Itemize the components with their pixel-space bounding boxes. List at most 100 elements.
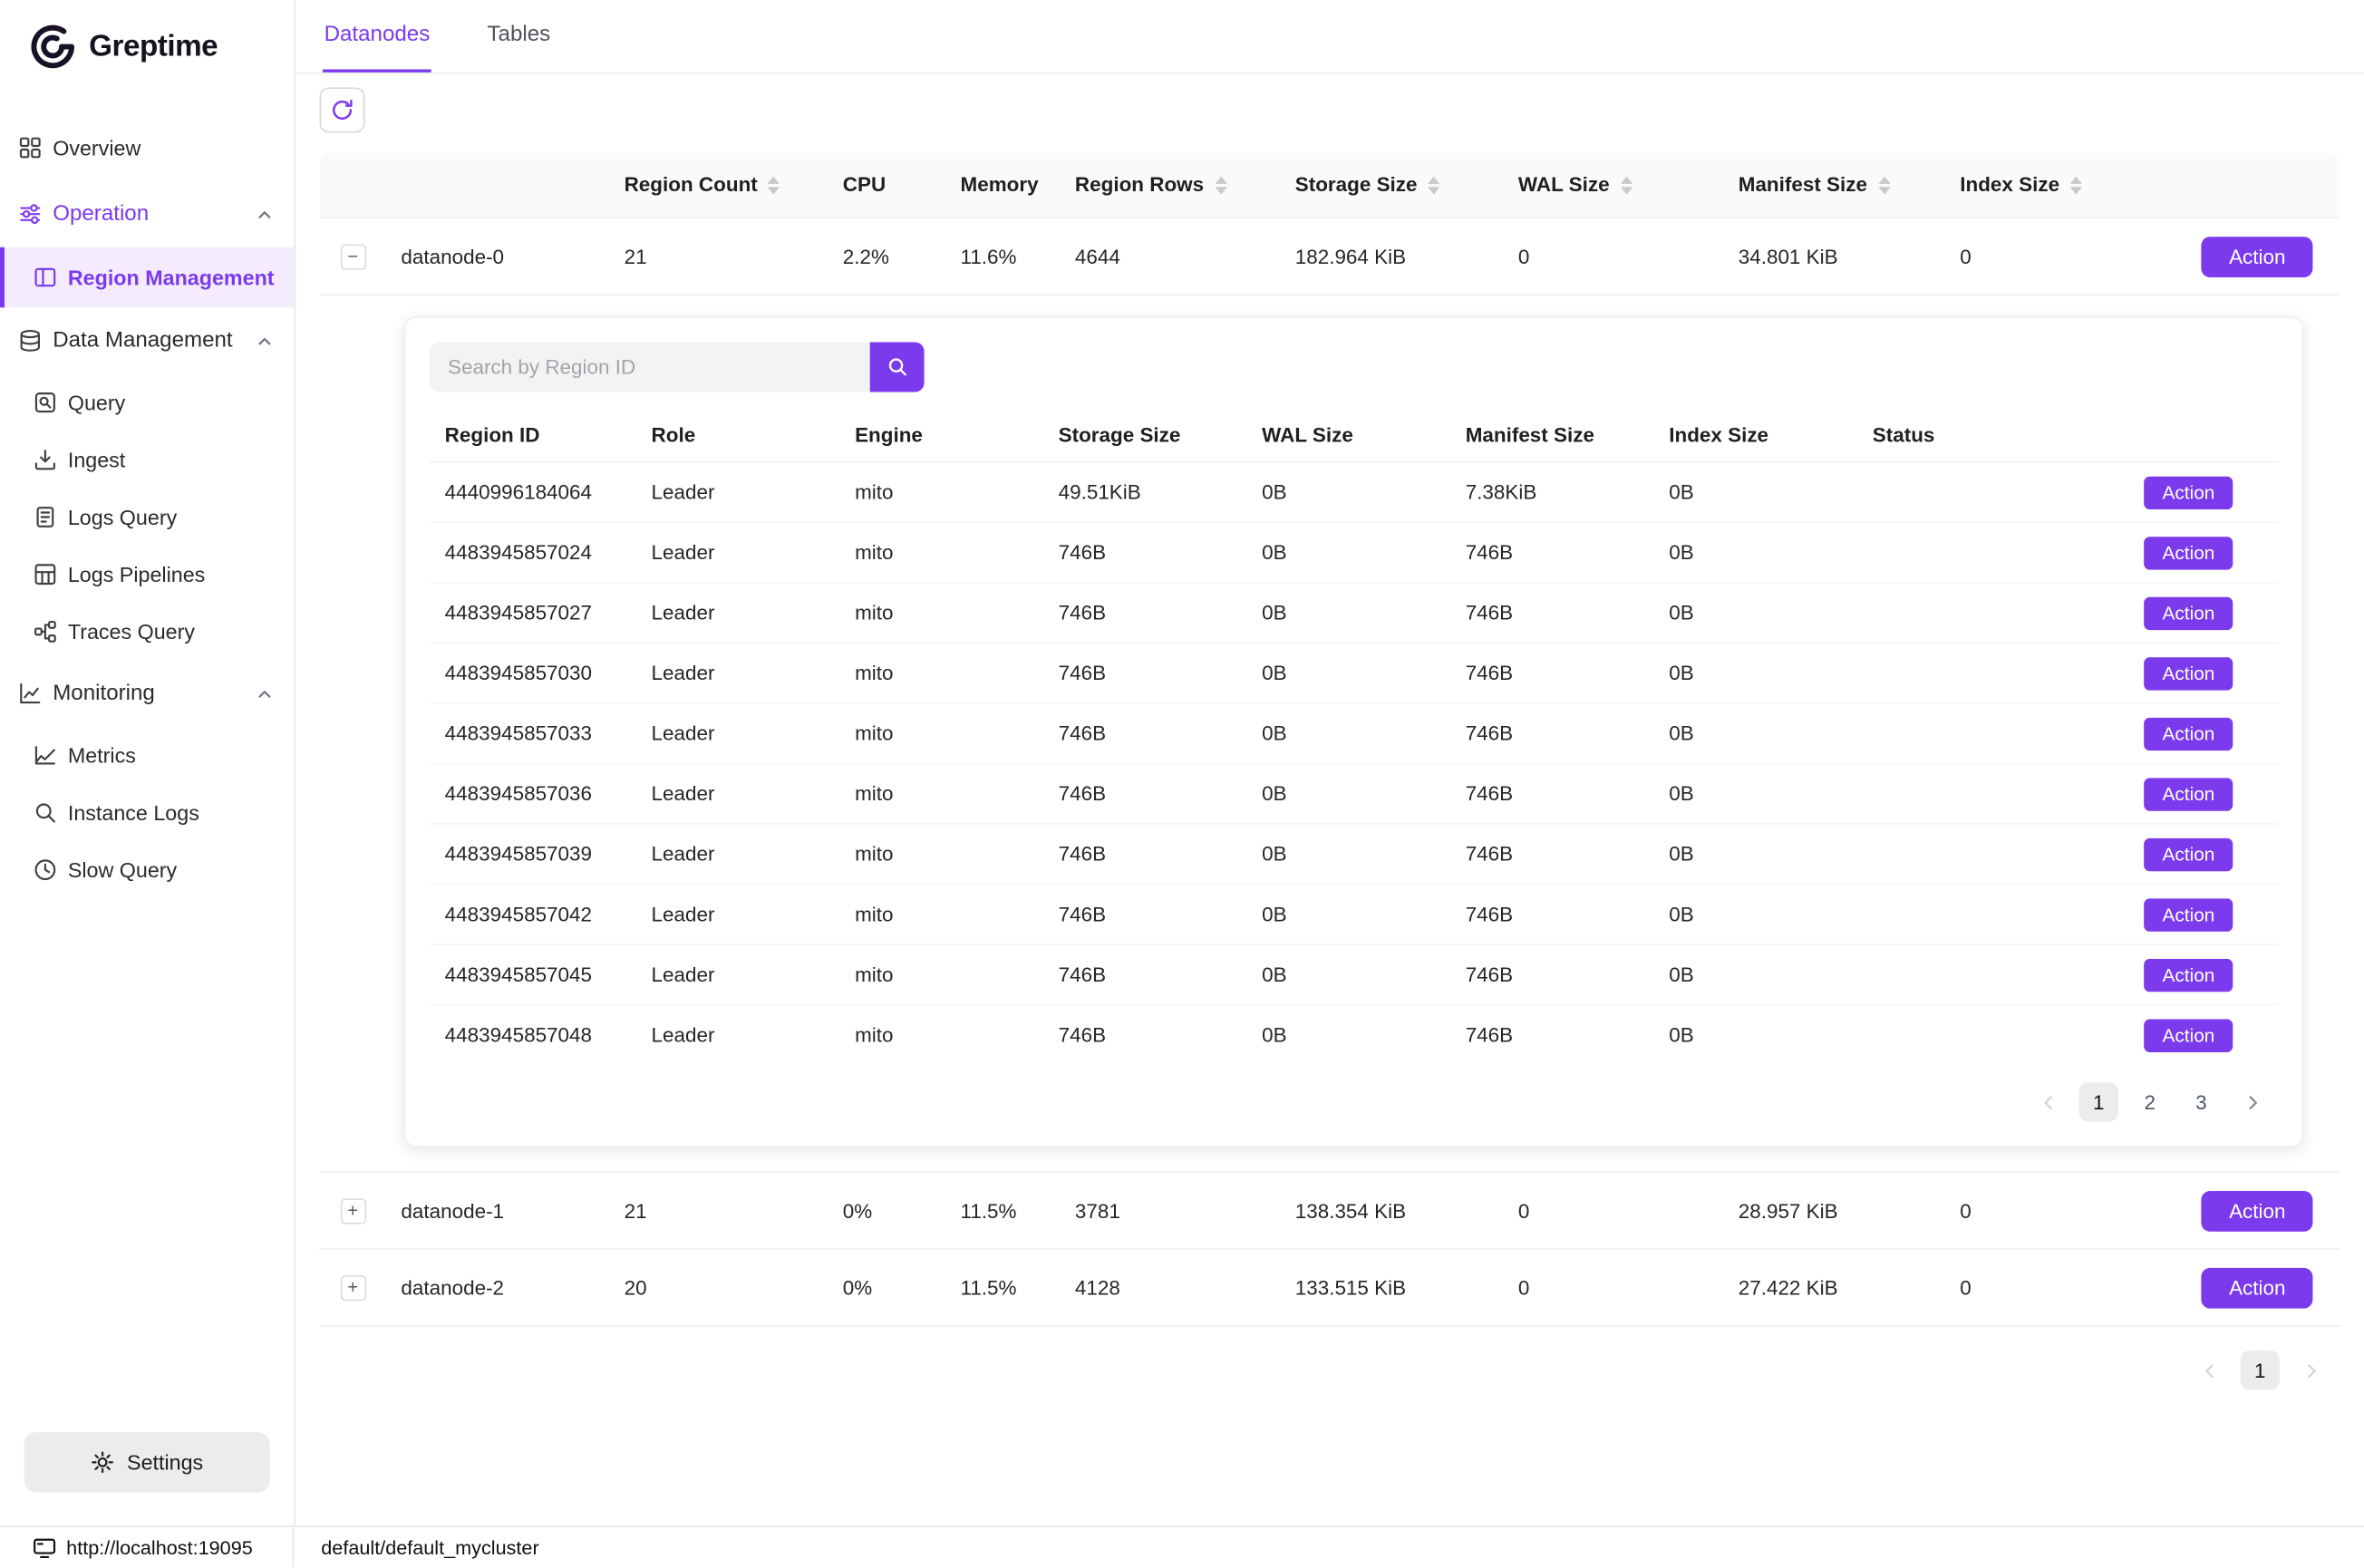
role-value: Leader	[636, 602, 840, 624]
region-id-value: 4483945857024	[430, 541, 636, 564]
sidebar-item-region-management[interactable]: Region Management	[0, 247, 294, 308]
column-header-wal-size[interactable]: WAL Size	[1509, 173, 1729, 196]
sidebar-item-instance-logs[interactable]: Instance Logs	[0, 784, 294, 841]
action-button[interactable]: Action	[2145, 717, 2233, 750]
slow-query-icon	[34, 857, 58, 882]
action-button[interactable]: Action	[2145, 476, 2233, 509]
brand-name: Greptime	[89, 29, 218, 63]
sidebar-item-label: Logs Pipelines	[68, 562, 205, 586]
storage-size-value: 746B	[1043, 722, 1247, 745]
datanode-row: + datanode-2 20 0% 11.5% 4128 133.515 Ki…	[320, 1250, 2340, 1327]
host-icon	[34, 1536, 56, 1559]
column-header-wal-size: WAL Size	[1247, 423, 1451, 446]
manifest-size-value: 34.801 KiB	[1729, 245, 1952, 267]
engine-value: mito	[839, 602, 1043, 624]
action-button[interactable]: Action	[2145, 1019, 2233, 1052]
storage-size-value: 182.964 KiB	[1286, 245, 1509, 267]
datanode-row: + datanode-1 21 0% 11.5% 3781 138.354 Ki…	[320, 1173, 2340, 1250]
sidebar-item-slow-query[interactable]: Slow Query	[0, 841, 294, 898]
region-row: 4483945857045 Leader mito 746B 0B 746B 0…	[430, 945, 2278, 1006]
storage-size-value: 746B	[1043, 662, 1247, 684]
datanode-name: datanode-1	[386, 1199, 615, 1222]
expand-row-button[interactable]: +	[340, 1274, 365, 1300]
sidebar-item-label: Logs Query	[68, 505, 177, 529]
tab-tables[interactable]: Tables	[486, 0, 552, 73]
sidebar-item-label: Traces Query	[68, 620, 195, 644]
index-size-value: 0B	[1654, 602, 1858, 624]
region-id-value: 4483945857036	[430, 782, 636, 805]
page-button-1[interactable]: 1	[2241, 1350, 2280, 1389]
overview-icon	[18, 136, 43, 160]
sort-icon	[768, 176, 780, 194]
region-row: 4483945857027 Leader mito 746B 0B 746B 0…	[430, 584, 2278, 644]
brand[interactable]: Greptime	[0, 0, 294, 82]
manifest-size-value: 746B	[1450, 903, 1654, 925]
action-button[interactable]: Action	[2202, 1190, 2312, 1231]
region-rows-value: 3781	[1066, 1199, 1286, 1222]
region-id-value: 4483945857048	[430, 1023, 636, 1046]
page-button-3[interactable]: 3	[2182, 1082, 2221, 1121]
greptime-logo-icon	[27, 21, 79, 73]
column-header-index-size[interactable]: Index Size	[1951, 173, 2097, 196]
index-size-value: 0B	[1654, 722, 1858, 745]
datanode-row: − datanode-0 21 2.2% 11.6% 4644 182.964 …	[320, 218, 2340, 295]
action-button[interactable]: Action	[2145, 536, 2233, 569]
sidebar-group-data-management[interactable]: Data Management	[0, 307, 294, 373]
action-button[interactable]: Action	[2145, 596, 2233, 630]
manifest-size-value: 746B	[1450, 782, 1654, 805]
previous-page-button[interactable]	[2028, 1082, 2067, 1121]
logs-pipelines-icon	[34, 562, 58, 586]
sidebar-group-monitoring[interactable]: Monitoring	[0, 661, 294, 727]
cpu-value: 0%	[834, 1276, 952, 1299]
action-button[interactable]: Action	[2145, 958, 2233, 992]
tab-datanodes[interactable]: Datanodes	[323, 0, 431, 73]
wal-size-value: 0B	[1247, 481, 1451, 504]
column-header-engine: Engine	[839, 423, 1043, 446]
sidebar-item-traces-query[interactable]: Traces Query	[0, 603, 294, 660]
column-header-region-count[interactable]: Region Count	[615, 173, 834, 196]
search-icon	[886, 356, 908, 379]
refresh-button[interactable]	[320, 87, 365, 132]
search-button[interactable]	[870, 343, 925, 392]
next-page-button[interactable]	[2291, 1350, 2330, 1389]
settings-button[interactable]: Settings	[24, 1432, 270, 1493]
page-button-1[interactable]: 1	[2079, 1082, 2118, 1121]
datanode-table: Region Count CPU Memory Region Rows Stor…	[320, 152, 2340, 1327]
wal-size-value: 0	[1509, 1199, 1729, 1222]
previous-page-button[interactable]	[2189, 1350, 2228, 1389]
column-header-storage-size: Storage Size	[1043, 423, 1247, 446]
column-header-storage-size[interactable]: Storage Size	[1286, 173, 1509, 196]
collapse-row-button[interactable]: −	[340, 244, 365, 269]
next-page-button[interactable]	[2233, 1082, 2272, 1121]
column-header-region-rows[interactable]: Region Rows	[1066, 173, 1286, 196]
region-search-input[interactable]	[430, 343, 870, 392]
role-value: Leader	[636, 843, 840, 866]
action-button[interactable]: Action	[2202, 1267, 2312, 1308]
column-header-manifest-size[interactable]: Manifest Size	[1729, 173, 1952, 196]
action-button[interactable]: Action	[2145, 897, 2233, 931]
datanode-pagination: 1	[320, 1327, 2340, 1390]
sidebar-item-label: Instance Logs	[68, 800, 199, 825]
sidebar-group-operation[interactable]: Operation	[0, 181, 294, 247]
action-button[interactable]: Action	[2202, 236, 2312, 276]
page-button-2[interactable]: 2	[2130, 1082, 2169, 1121]
manifest-size-value: 7.38KiB	[1450, 481, 1654, 504]
sort-icon	[1428, 176, 1439, 194]
action-button[interactable]: Action	[2145, 656, 2233, 690]
sidebar-nav: Overview Operation	[0, 82, 294, 1432]
action-button[interactable]: Action	[2145, 837, 2233, 871]
expand-row-button[interactable]: +	[340, 1197, 365, 1223]
sidebar-item-overview[interactable]: Overview	[0, 114, 294, 180]
index-size-value: 0	[1951, 1199, 2097, 1222]
region-card: Region ID Role Engine Storage Size WAL S…	[404, 316, 2304, 1147]
wal-size-value: 0B	[1247, 963, 1451, 986]
host-section: http://localhost:19095	[0, 1527, 294, 1568]
action-button[interactable]: Action	[2145, 777, 2233, 810]
sidebar-item-query[interactable]: Query	[0, 373, 294, 431]
region-management-icon	[34, 266, 58, 290]
sidebar-item-logs-pipelines[interactable]: Logs Pipelines	[0, 546, 294, 603]
sidebar-item-ingest[interactable]: Ingest	[0, 431, 294, 489]
sidebar-item-logs-query[interactable]: Logs Query	[0, 489, 294, 546]
column-header-status: Status	[1857, 423, 2008, 446]
sidebar-item-metrics[interactable]: Metrics	[0, 727, 294, 784]
